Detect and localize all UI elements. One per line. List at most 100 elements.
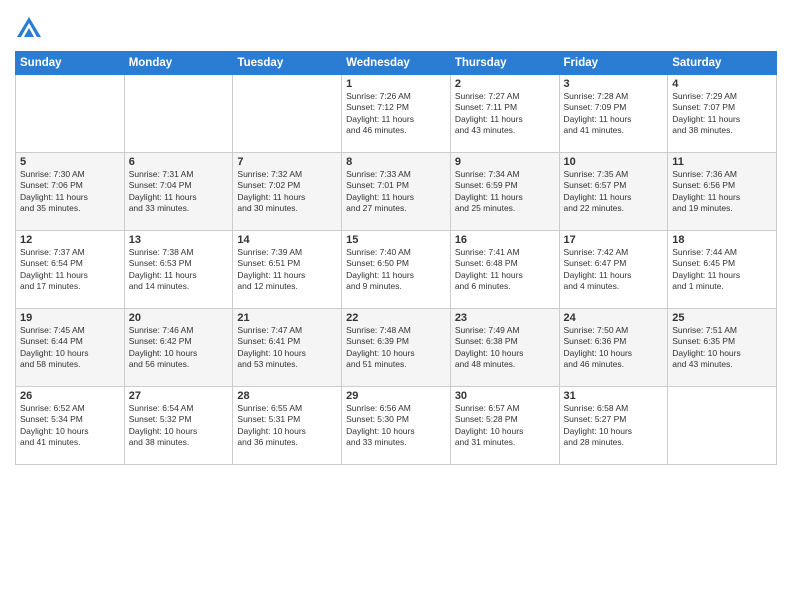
- page: SundayMondayTuesdayWednesdayThursdayFrid…: [0, 0, 792, 612]
- day-number: 9: [455, 156, 555, 168]
- day-cell: 28Sunrise: 6:55 AM Sunset: 5:31 PM Dayli…: [233, 387, 342, 465]
- day-info: Sunrise: 7:38 AM Sunset: 6:53 PM Dayligh…: [129, 247, 229, 293]
- day-number: 7: [237, 156, 337, 168]
- day-number: 6: [129, 156, 229, 168]
- calendar: SundayMondayTuesdayWednesdayThursdayFrid…: [15, 51, 777, 465]
- day-cell: 7Sunrise: 7:32 AM Sunset: 7:02 PM Daylig…: [233, 153, 342, 231]
- weekday-header-sunday: Sunday: [16, 52, 125, 75]
- day-number: 22: [346, 312, 446, 324]
- day-info: Sunrise: 7:40 AM Sunset: 6:50 PM Dayligh…: [346, 247, 446, 293]
- day-number: 8: [346, 156, 446, 168]
- day-info: Sunrise: 7:35 AM Sunset: 6:57 PM Dayligh…: [564, 169, 664, 215]
- day-info: Sunrise: 7:51 AM Sunset: 6:35 PM Dayligh…: [672, 325, 772, 371]
- day-number: 3: [564, 78, 664, 90]
- day-number: 2: [455, 78, 555, 90]
- day-cell: 9Sunrise: 7:34 AM Sunset: 6:59 PM Daylig…: [450, 153, 559, 231]
- week-row-2: 12Sunrise: 7:37 AM Sunset: 6:54 PM Dayli…: [16, 231, 777, 309]
- weekday-header-thursday: Thursday: [450, 52, 559, 75]
- day-cell: 5Sunrise: 7:30 AM Sunset: 7:06 PM Daylig…: [16, 153, 125, 231]
- day-number: 10: [564, 156, 664, 168]
- day-info: Sunrise: 7:31 AM Sunset: 7:04 PM Dayligh…: [129, 169, 229, 215]
- day-number: 23: [455, 312, 555, 324]
- day-cell: 3Sunrise: 7:28 AM Sunset: 7:09 PM Daylig…: [559, 75, 668, 153]
- day-info: Sunrise: 7:42 AM Sunset: 6:47 PM Dayligh…: [564, 247, 664, 293]
- day-cell: 12Sunrise: 7:37 AM Sunset: 6:54 PM Dayli…: [16, 231, 125, 309]
- day-number: 29: [346, 390, 446, 402]
- day-info: Sunrise: 7:32 AM Sunset: 7:02 PM Dayligh…: [237, 169, 337, 215]
- day-info: Sunrise: 7:26 AM Sunset: 7:12 PM Dayligh…: [346, 91, 446, 137]
- weekday-header-tuesday: Tuesday: [233, 52, 342, 75]
- day-cell: 30Sunrise: 6:57 AM Sunset: 5:28 PM Dayli…: [450, 387, 559, 465]
- day-info: Sunrise: 7:33 AM Sunset: 7:01 PM Dayligh…: [346, 169, 446, 215]
- day-number: 13: [129, 234, 229, 246]
- day-number: 14: [237, 234, 337, 246]
- day-number: 27: [129, 390, 229, 402]
- header: [15, 10, 777, 43]
- day-info: Sunrise: 6:55 AM Sunset: 5:31 PM Dayligh…: [237, 403, 337, 449]
- day-number: 4: [672, 78, 772, 90]
- logo-icon: [15, 15, 43, 43]
- weekday-header-friday: Friday: [559, 52, 668, 75]
- day-cell: 4Sunrise: 7:29 AM Sunset: 7:07 PM Daylig…: [668, 75, 777, 153]
- day-cell: 23Sunrise: 7:49 AM Sunset: 6:38 PM Dayli…: [450, 309, 559, 387]
- day-cell: 25Sunrise: 7:51 AM Sunset: 6:35 PM Dayli…: [668, 309, 777, 387]
- day-number: 1: [346, 78, 446, 90]
- day-number: 20: [129, 312, 229, 324]
- day-cell: 8Sunrise: 7:33 AM Sunset: 7:01 PM Daylig…: [342, 153, 451, 231]
- weekday-header-row: SundayMondayTuesdayWednesdayThursdayFrid…: [16, 52, 777, 75]
- day-info: Sunrise: 7:37 AM Sunset: 6:54 PM Dayligh…: [20, 247, 120, 293]
- day-info: Sunrise: 7:27 AM Sunset: 7:11 PM Dayligh…: [455, 91, 555, 137]
- day-info: Sunrise: 7:29 AM Sunset: 7:07 PM Dayligh…: [672, 91, 772, 137]
- day-cell: 26Sunrise: 6:52 AM Sunset: 5:34 PM Dayli…: [16, 387, 125, 465]
- day-cell: [124, 75, 233, 153]
- day-info: Sunrise: 7:47 AM Sunset: 6:41 PM Dayligh…: [237, 325, 337, 371]
- day-cell: 31Sunrise: 6:58 AM Sunset: 5:27 PM Dayli…: [559, 387, 668, 465]
- day-cell: 14Sunrise: 7:39 AM Sunset: 6:51 PM Dayli…: [233, 231, 342, 309]
- day-info: Sunrise: 6:56 AM Sunset: 5:30 PM Dayligh…: [346, 403, 446, 449]
- day-info: Sunrise: 6:52 AM Sunset: 5:34 PM Dayligh…: [20, 403, 120, 449]
- day-cell: 16Sunrise: 7:41 AM Sunset: 6:48 PM Dayli…: [450, 231, 559, 309]
- logo: [15, 15, 47, 43]
- day-info: Sunrise: 7:39 AM Sunset: 6:51 PM Dayligh…: [237, 247, 337, 293]
- day-cell: [233, 75, 342, 153]
- day-number: 24: [564, 312, 664, 324]
- day-info: Sunrise: 6:57 AM Sunset: 5:28 PM Dayligh…: [455, 403, 555, 449]
- day-cell: 13Sunrise: 7:38 AM Sunset: 6:53 PM Dayli…: [124, 231, 233, 309]
- day-info: Sunrise: 7:34 AM Sunset: 6:59 PM Dayligh…: [455, 169, 555, 215]
- day-number: 16: [455, 234, 555, 246]
- weekday-header-monday: Monday: [124, 52, 233, 75]
- day-cell: 19Sunrise: 7:45 AM Sunset: 6:44 PM Dayli…: [16, 309, 125, 387]
- day-info: Sunrise: 7:48 AM Sunset: 6:39 PM Dayligh…: [346, 325, 446, 371]
- day-info: Sunrise: 6:58 AM Sunset: 5:27 PM Dayligh…: [564, 403, 664, 449]
- day-info: Sunrise: 7:36 AM Sunset: 6:56 PM Dayligh…: [672, 169, 772, 215]
- day-info: Sunrise: 7:45 AM Sunset: 6:44 PM Dayligh…: [20, 325, 120, 371]
- day-number: 5: [20, 156, 120, 168]
- day-cell: 20Sunrise: 7:46 AM Sunset: 6:42 PM Dayli…: [124, 309, 233, 387]
- day-number: 28: [237, 390, 337, 402]
- week-row-1: 5Sunrise: 7:30 AM Sunset: 7:06 PM Daylig…: [16, 153, 777, 231]
- day-cell: 15Sunrise: 7:40 AM Sunset: 6:50 PM Dayli…: [342, 231, 451, 309]
- day-info: Sunrise: 7:49 AM Sunset: 6:38 PM Dayligh…: [455, 325, 555, 371]
- day-cell: 18Sunrise: 7:44 AM Sunset: 6:45 PM Dayli…: [668, 231, 777, 309]
- weekday-header-saturday: Saturday: [668, 52, 777, 75]
- day-number: 15: [346, 234, 446, 246]
- day-cell: 2Sunrise: 7:27 AM Sunset: 7:11 PM Daylig…: [450, 75, 559, 153]
- day-info: Sunrise: 7:30 AM Sunset: 7:06 PM Dayligh…: [20, 169, 120, 215]
- day-cell: 21Sunrise: 7:47 AM Sunset: 6:41 PM Dayli…: [233, 309, 342, 387]
- week-row-4: 26Sunrise: 6:52 AM Sunset: 5:34 PM Dayli…: [16, 387, 777, 465]
- day-number: 19: [20, 312, 120, 324]
- day-number: 12: [20, 234, 120, 246]
- day-info: Sunrise: 6:54 AM Sunset: 5:32 PM Dayligh…: [129, 403, 229, 449]
- day-number: 30: [455, 390, 555, 402]
- day-number: 25: [672, 312, 772, 324]
- day-number: 31: [564, 390, 664, 402]
- day-number: 26: [20, 390, 120, 402]
- day-cell: 27Sunrise: 6:54 AM Sunset: 5:32 PM Dayli…: [124, 387, 233, 465]
- day-info: Sunrise: 7:44 AM Sunset: 6:45 PM Dayligh…: [672, 247, 772, 293]
- day-info: Sunrise: 7:28 AM Sunset: 7:09 PM Dayligh…: [564, 91, 664, 137]
- weekday-header-wednesday: Wednesday: [342, 52, 451, 75]
- day-cell: 29Sunrise: 6:56 AM Sunset: 5:30 PM Dayli…: [342, 387, 451, 465]
- day-number: 17: [564, 234, 664, 246]
- day-number: 18: [672, 234, 772, 246]
- day-cell: 24Sunrise: 7:50 AM Sunset: 6:36 PM Dayli…: [559, 309, 668, 387]
